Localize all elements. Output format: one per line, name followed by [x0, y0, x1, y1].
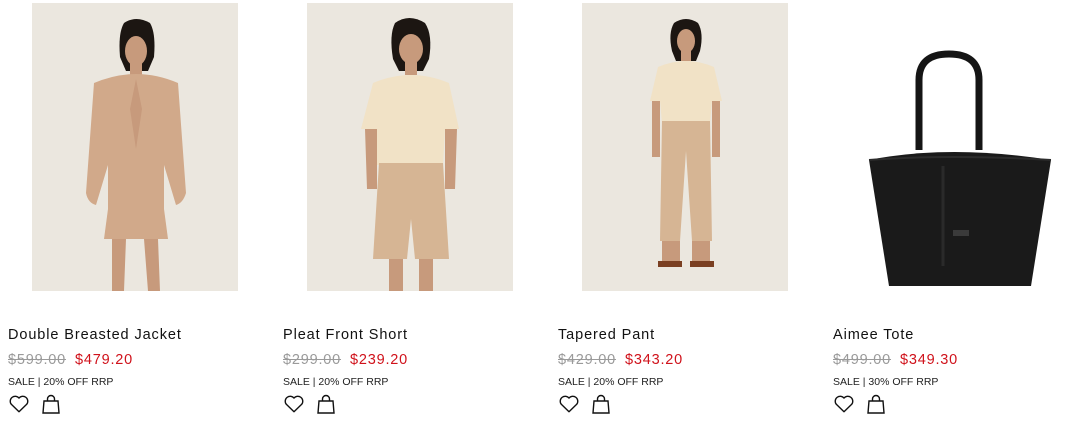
- product-grid: Double Breasted Jacket $599.00 $479.20 SA…: [0, 0, 1080, 421]
- product-photo: [32, 3, 238, 291]
- shopping-bag-icon[interactable]: [41, 393, 61, 415]
- product-image[interactable]: [582, 3, 788, 291]
- sale-label: SALE | 30% OFF RRP: [833, 376, 939, 388]
- shopping-bag-icon[interactable]: [591, 393, 611, 415]
- product-name[interactable]: Pleat Front Short: [283, 327, 408, 343]
- heart-icon[interactable]: [8, 393, 30, 415]
- product-actions: [558, 393, 638, 415]
- product-actions: [8, 393, 88, 415]
- sale-price: $349.30: [900, 352, 959, 368]
- product-card: Tapered Pant $429.00 $343.20 SALE | 20% O…: [558, 0, 820, 421]
- product-image[interactable]: [833, 0, 1068, 310]
- product-image[interactable]: [307, 3, 513, 291]
- sale-price: $479.20: [75, 352, 134, 368]
- shopping-bag-icon[interactable]: [316, 393, 336, 415]
- heart-icon[interactable]: [833, 393, 855, 415]
- original-price: $429.00: [558, 352, 617, 368]
- sale-label: SALE | 20% OFF RRP: [283, 376, 389, 388]
- product-prices: $599.00 $479.20: [8, 352, 133, 368]
- product-actions: [833, 393, 913, 415]
- sale-price: $239.20: [350, 352, 409, 368]
- product-name[interactable]: Double Breasted Jacket: [8, 327, 182, 343]
- original-price: $599.00: [8, 352, 67, 368]
- heart-icon[interactable]: [558, 393, 580, 415]
- original-price: $499.00: [833, 352, 892, 368]
- sale-label: SALE | 20% OFF RRP: [558, 376, 664, 388]
- product-name[interactable]: Aimee Tote: [833, 327, 914, 343]
- product-card: Double Breasted Jacket $599.00 $479.20 SA…: [8, 0, 270, 421]
- product-card: Aimee Tote $499.00 $349.30 SALE | 30% OFF…: [833, 0, 1080, 421]
- product-prices: $299.00 $239.20: [283, 352, 408, 368]
- product-name[interactable]: Tapered Pant: [558, 327, 655, 343]
- product-actions: [283, 393, 363, 415]
- heart-icon[interactable]: [283, 393, 305, 415]
- product-card: Pleat Front Short $299.00 $239.20 SALE | …: [283, 0, 545, 421]
- product-prices: $429.00 $343.20: [558, 352, 683, 368]
- product-photo: [307, 3, 513, 291]
- product-image[interactable]: [32, 3, 238, 291]
- shopping-bag-icon[interactable]: [866, 393, 886, 415]
- sale-label: SALE | 20% OFF RRP: [8, 376, 114, 388]
- original-price: $299.00: [283, 352, 342, 368]
- product-photo: [582, 3, 788, 291]
- product-prices: $499.00 $349.30: [833, 352, 958, 368]
- sale-price: $343.20: [625, 352, 684, 368]
- product-photo: [833, 0, 1068, 310]
